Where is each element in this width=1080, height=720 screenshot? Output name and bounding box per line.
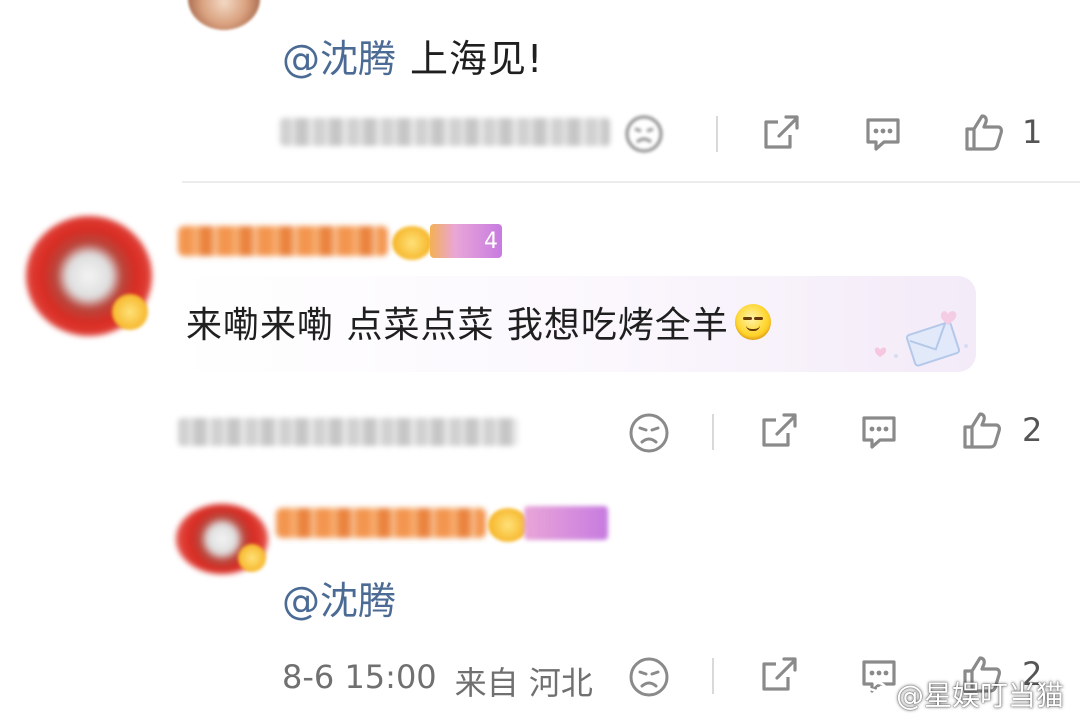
comment-icon	[866, 118, 900, 151]
mention-link[interactable]: @沈腾	[282, 579, 396, 623]
username-blurred[interactable]	[178, 226, 388, 256]
comment-button[interactable]	[862, 114, 904, 154]
comment-icon	[862, 416, 896, 449]
weibo-icon	[851, 681, 888, 709]
share-button[interactable]	[758, 410, 800, 452]
dislike-button[interactable]	[628, 656, 670, 698]
comment-meta-blurred	[178, 418, 518, 446]
mention-link[interactable]: @沈腾	[282, 28, 396, 83]
comment-body: @沈腾 上海见!	[282, 28, 543, 83]
verified-badge-icon	[238, 544, 266, 572]
watermark-text: @星娱叮当猫	[895, 679, 1064, 712]
username-blurred[interactable]	[276, 508, 486, 538]
angry-face-icon	[625, 115, 663, 153]
avatar[interactable]	[188, 0, 260, 30]
separator	[712, 658, 714, 694]
location: 来自 河北	[454, 664, 593, 702]
like-button[interactable]: 1	[962, 110, 1042, 154]
share-button[interactable]	[760, 112, 802, 154]
timestamp: 8-6 15:00	[282, 658, 437, 696]
comment-button[interactable]	[858, 412, 900, 452]
verified-badge-icon	[112, 294, 148, 330]
comment-meta: 8-6 15:00 来自 河北	[282, 658, 593, 704]
comment-text: 来嘞来嘞 点菜点菜 我想吃烤全羊	[186, 305, 729, 346]
level-badge: 4	[430, 224, 502, 258]
dislike-button[interactable]	[628, 412, 670, 454]
angry-face-icon	[629, 413, 669, 453]
fan-badge-icon	[488, 508, 528, 542]
dislike-button[interactable]	[624, 114, 680, 154]
divider	[182, 181, 1080, 183]
separator	[712, 414, 714, 450]
like-button[interactable]: 2	[960, 408, 1042, 452]
angry-face-icon	[629, 657, 669, 697]
comment-body: @沈腾	[282, 570, 396, 625]
share-icon	[762, 657, 797, 691]
like-icon	[965, 114, 1003, 151]
comment-body: 来嘞来嘞 点菜点菜 我想吃烤全羊	[186, 296, 771, 348]
level-badge	[524, 506, 608, 540]
watermark: @星娱叮当猫	[850, 674, 1064, 714]
fan-badge-icon	[392, 226, 432, 260]
share-icon	[762, 413, 797, 447]
comment-meta-blurred	[280, 118, 610, 146]
share-icon	[764, 115, 799, 149]
share-button[interactable]	[758, 654, 800, 696]
like-count: 2	[1022, 411, 1043, 449]
separator	[716, 116, 718, 152]
envelope-decoration-icon	[874, 311, 968, 367]
comment-text: 上海见!	[410, 37, 544, 81]
like-count: 1	[1022, 113, 1043, 151]
smiling-face-emoji-icon	[734, 304, 771, 340]
like-icon	[963, 412, 1001, 449]
